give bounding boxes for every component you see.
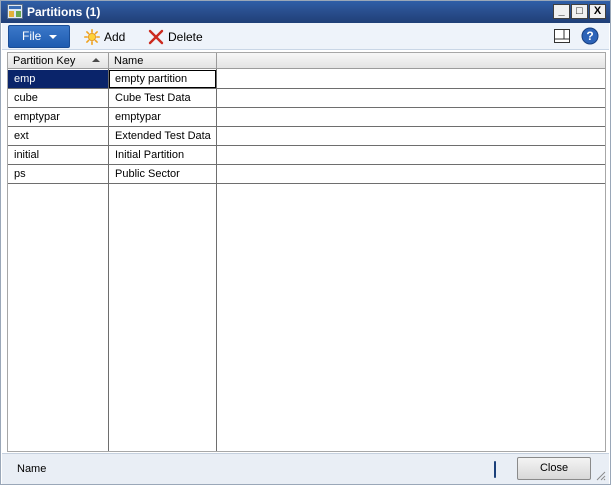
cell-name[interactable]: empty partition	[109, 70, 216, 88]
sun-add-icon	[84, 29, 100, 45]
column-header-name[interactable]: Name	[109, 53, 217, 69]
cell-partition-key[interactable]: emptypar	[8, 108, 108, 126]
add-button[interactable]: Add	[84, 28, 125, 46]
column-header-partition-key[interactable]: Partition Key	[8, 53, 109, 69]
cell-name[interactable]: Public Sector	[109, 165, 216, 183]
table-row[interactable]: ps Public Sector	[8, 165, 605, 184]
sort-ascending-icon	[92, 58, 100, 62]
delete-button[interactable]: Delete	[148, 28, 203, 46]
cell-partition-key[interactable]: cube	[8, 89, 108, 107]
partitions-grid[interactable]: Partition Key Name emp empty partition c…	[7, 52, 606, 452]
cell-partition-key[interactable]: initial	[8, 146, 108, 164]
svg-text:?: ?	[586, 29, 593, 43]
file-menu-label: File	[22, 29, 42, 43]
column-header-label: Partition Key	[13, 55, 76, 67]
table-row[interactable]: emptypar emptypar	[8, 108, 605, 127]
partitions-window: Partitions (1) _ □ X File Add Delete ? P…	[0, 0, 611, 485]
cell-empty	[217, 108, 605, 126]
table-row[interactable]: initial Initial Partition	[8, 146, 605, 165]
cell-name[interactable]: emptypar	[109, 108, 216, 126]
window-title: Partitions (1)	[27, 5, 101, 19]
cell-partition-key[interactable]: ext	[8, 127, 108, 145]
cell-name[interactable]: Initial Partition	[109, 146, 216, 164]
layout-icon[interactable]	[553, 27, 571, 45]
minimize-button[interactable]: _	[553, 4, 570, 19]
delete-label: Delete	[168, 30, 203, 44]
action-pane: File Add Delete ?	[2, 23, 609, 50]
caption-buttons: _ □ X	[553, 4, 606, 19]
resize-grip-icon[interactable]	[594, 469, 606, 481]
cell-empty	[217, 165, 605, 183]
cell-name[interactable]: Cube Test Data	[109, 89, 216, 107]
help-icon[interactable]: ?	[581, 27, 599, 45]
table-row[interactable]: cube Cube Test Data	[8, 89, 605, 108]
chevron-down-icon	[49, 35, 57, 39]
status-bar: Name Close	[2, 453, 609, 484]
table-row[interactable]: emp empty partition	[8, 70, 605, 89]
cell-name[interactable]: Extended Test Data	[109, 127, 216, 145]
file-menu-button[interactable]: File	[8, 25, 70, 48]
title-bar[interactable]: Partitions (1) _ □ X	[1, 1, 610, 23]
add-label: Add	[104, 30, 126, 44]
table-row[interactable]: ext Extended Test Data	[8, 127, 605, 146]
status-field-label: Name	[17, 463, 47, 475]
maximize-button[interactable]: □	[571, 4, 588, 19]
column-header-label: Name	[114, 55, 144, 67]
app-form-icon	[7, 4, 23, 19]
cell-empty	[217, 127, 605, 145]
status-separator	[494, 461, 496, 478]
cell-empty	[217, 146, 605, 164]
cell-empty	[217, 70, 605, 88]
grid-header: Partition Key Name	[8, 53, 605, 69]
cell-partition-key[interactable]: emp	[8, 70, 108, 88]
red-x-delete-icon	[148, 29, 164, 45]
cell-partition-key[interactable]: ps	[8, 165, 108, 183]
cell-empty	[217, 89, 605, 107]
close-button[interactable]: Close	[517, 457, 591, 480]
close-window-button[interactable]: X	[589, 4, 606, 19]
